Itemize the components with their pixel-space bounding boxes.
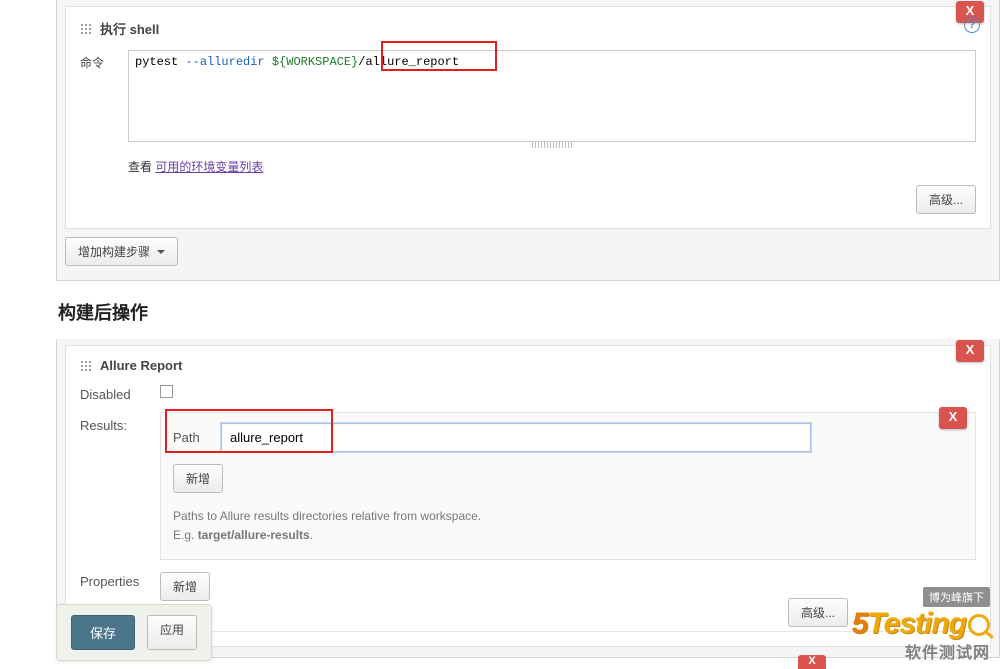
- build-step-container: X ? 执行 shell 命令 pytest --alluredir ${WOR…: [56, 0, 1000, 281]
- path-label: Path: [173, 430, 209, 445]
- cmd-path: /allure_report: [358, 55, 459, 69]
- shell-command-textarea[interactable]: pytest --alluredir ${WORKSPACE}/allure_r…: [128, 50, 976, 142]
- close-icon[interactable]: X: [798, 655, 826, 669]
- help-icon[interactable]: ?: [964, 17, 980, 33]
- shell-step-panel: X ? 执行 shell 命令 pytest --alluredir ${WOR…: [65, 6, 991, 229]
- help-line-2-bold: target/allure-results: [198, 528, 310, 542]
- chevron-down-icon: [157, 250, 165, 258]
- add-build-step-label: 增加构建步骤: [78, 245, 150, 259]
- add-path-button[interactable]: 新增: [173, 464, 223, 493]
- resize-handle-icon[interactable]: [532, 142, 572, 148]
- allure-title: Allure Report: [100, 358, 182, 373]
- divider: [80, 631, 976, 632]
- advanced-button-bottom[interactable]: 高级...: [788, 598, 848, 627]
- step-header: 执行 shell: [80, 17, 976, 46]
- drag-handle-icon[interactable]: [80, 23, 92, 35]
- env-vars-row: 查看 可用的环境变量列表: [128, 158, 976, 175]
- env-prefix: 查看: [128, 160, 152, 174]
- allure-header: Allure Report: [80, 356, 976, 381]
- add-property-button[interactable]: 新增: [160, 572, 210, 601]
- post-build-heading: 构建后操作: [58, 299, 1000, 325]
- path-row: Path: [173, 423, 963, 452]
- results-panel: X Path 新增 Paths to Allure results direct…: [160, 412, 976, 560]
- save-bar: 保存 应用: [56, 604, 212, 661]
- allure-report-panel: X Allure Report Disabled Results: X Path: [65, 345, 991, 647]
- drag-handle-icon[interactable]: [80, 360, 92, 372]
- allure-path-input[interactable]: [221, 423, 811, 452]
- results-help-text: Paths to Allure results directories rela…: [173, 507, 963, 545]
- command-row: 命令 pytest --alluredir ${WORKSPACE}/allur…: [80, 50, 976, 148]
- results-label: Results:: [80, 416, 160, 433]
- disabled-checkbox[interactable]: [160, 385, 173, 398]
- delete-post-step-button[interactable]: X: [956, 340, 984, 362]
- help-line-1: Paths to Allure results directories rela…: [173, 507, 963, 526]
- env-vars-link[interactable]: 可用的环境变量列表: [155, 160, 263, 174]
- command-label: 命令: [80, 50, 128, 71]
- cmd-var: ${WORKSPACE}: [272, 55, 358, 69]
- results-row: Results: X Path 新增 Paths to All: [80, 416, 976, 560]
- cmd-token: pytest: [135, 55, 185, 69]
- properties-label: Properties: [80, 572, 160, 589]
- disabled-row: Disabled: [80, 385, 976, 402]
- advanced-button[interactable]: 高级...: [916, 185, 976, 214]
- apply-button[interactable]: 应用: [147, 615, 197, 650]
- save-button[interactable]: 保存: [71, 615, 135, 650]
- cmd-flag: --alluredir: [185, 55, 271, 69]
- disabled-label: Disabled: [80, 385, 160, 402]
- help-line-2-prefix: E.g.: [173, 528, 198, 542]
- step-title: 执行 shell: [100, 19, 159, 38]
- add-build-step-button[interactable]: 增加构建步骤: [65, 237, 178, 266]
